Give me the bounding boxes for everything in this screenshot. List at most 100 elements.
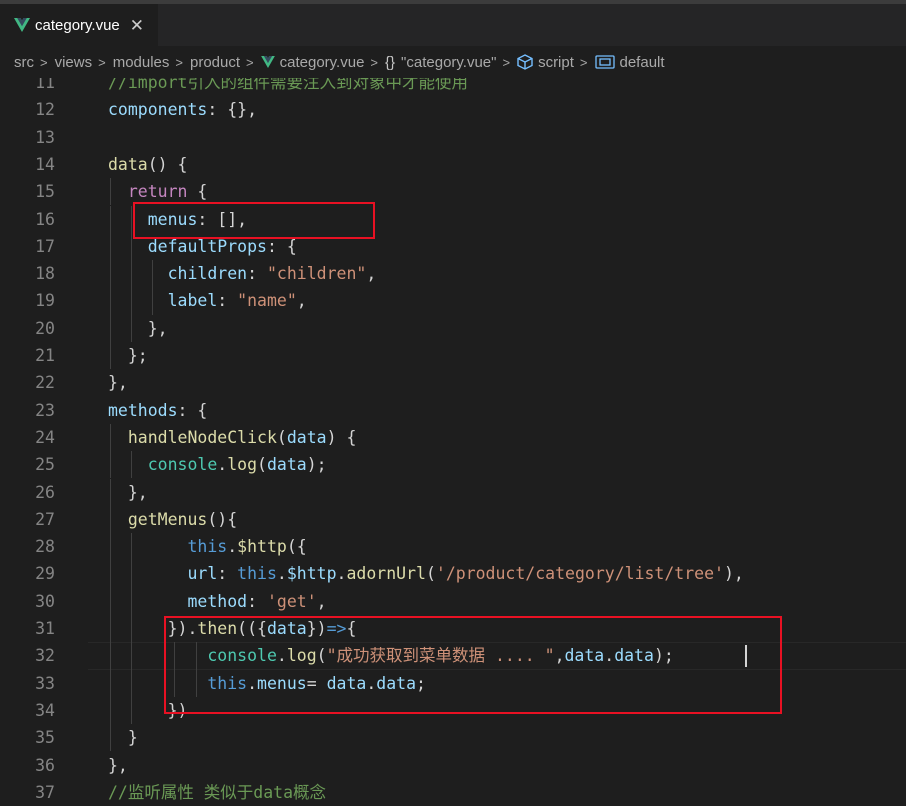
code-token: : bbox=[217, 291, 238, 311]
code-line[interactable]: 11 //import引入的组件需要注入到对象中才能使用 bbox=[0, 78, 906, 96]
code-token: . bbox=[336, 564, 347, 584]
code-line[interactable]: 20 }, bbox=[0, 314, 906, 342]
line-number: 20 bbox=[35, 318, 55, 338]
annotation-box-then-callback bbox=[164, 616, 782, 714]
vue-file-icon bbox=[260, 56, 275, 68]
chevron-right-icon: > bbox=[98, 54, 106, 70]
code-line[interactable]: 12 components: {}, bbox=[0, 96, 906, 123]
object-braces-icon: {} bbox=[385, 53, 396, 71]
line-number: 35 bbox=[35, 728, 55, 748]
code-token: methods bbox=[108, 400, 178, 420]
code-token: console bbox=[147, 455, 218, 475]
code-token: . bbox=[217, 455, 228, 475]
line-number: 14 bbox=[35, 154, 55, 174]
code-line[interactable]: 28 this.$http({ bbox=[0, 533, 906, 561]
code-line[interactable]: 29 url: this.$http.adornUrl('/product/ca… bbox=[0, 560, 906, 588]
breadcrumb-item-modules[interactable]: modules bbox=[113, 54, 170, 71]
code-token: this bbox=[237, 564, 277, 584]
code-text: //监听属性 类似于data概念 bbox=[108, 779, 326, 806]
code-token: 'get' bbox=[266, 591, 317, 611]
line-number: 13 bbox=[35, 127, 55, 147]
breadcrumb-item-file[interactable]: category.vue bbox=[280, 54, 365, 71]
code-text: }; bbox=[108, 342, 148, 369]
code-token: ) { bbox=[326, 427, 357, 447]
code-line[interactable]: 30 method: 'get', bbox=[0, 587, 906, 615]
breadcrumb-item-component[interactable]: "category.vue" bbox=[401, 54, 496, 71]
code-line[interactable]: 25 console.log(data); bbox=[0, 451, 906, 479]
code-line[interactable]: 23 methods: { bbox=[0, 397, 906, 424]
code-token: data bbox=[266, 455, 307, 475]
breadcrumb-item-default[interactable]: default bbox=[620, 54, 665, 71]
code-token: '/product/category/list/tree' bbox=[435, 564, 724, 584]
code-line[interactable]: 37 //监听属性 类似于data概念 bbox=[0, 779, 906, 806]
code-line[interactable]: 27 getMenus(){ bbox=[0, 505, 906, 534]
code-line[interactable]: 14 data() { bbox=[0, 151, 906, 178]
variable-icon bbox=[594, 55, 615, 69]
code-token: ({ bbox=[286, 537, 307, 557]
code-token: } bbox=[108, 728, 138, 748]
code-line[interactable]: 13 bbox=[0, 124, 906, 151]
line-number: 21 bbox=[35, 346, 55, 365]
code-text: console.log(data); bbox=[108, 451, 327, 478]
line-number: 33 bbox=[35, 673, 55, 693]
code-token: defaultProps bbox=[147, 236, 267, 256]
line-number: 32 bbox=[35, 646, 55, 666]
code-line[interactable]: 21 }; bbox=[0, 342, 906, 370]
code-token: children bbox=[167, 264, 248, 284]
chevron-right-icon: > bbox=[579, 54, 588, 70]
code-token: ( bbox=[276, 427, 287, 447]
code-token: { bbox=[187, 182, 208, 202]
line-number: 19 bbox=[35, 291, 55, 311]
chevron-right-icon: > bbox=[40, 54, 48, 70]
code-line[interactable]: 24 handleNodeClick(data) { bbox=[0, 423, 906, 452]
vue-file-icon bbox=[14, 18, 30, 32]
cube-icon bbox=[517, 54, 533, 70]
breadcrumb-item-views[interactable]: views bbox=[55, 54, 93, 71]
line-number: 12 bbox=[35, 100, 55, 120]
close-icon[interactable]: ✕ bbox=[130, 17, 144, 34]
code-token: () { bbox=[147, 154, 188, 174]
code-token: //import引入的组件需要注入到对象中才能使用 bbox=[108, 78, 468, 92]
code-text: children: "children", bbox=[108, 260, 377, 287]
code-token: }, bbox=[108, 755, 128, 775]
code-line[interactable]: 18 children: "children", bbox=[0, 260, 906, 288]
code-token: , bbox=[296, 291, 307, 311]
code-editor[interactable]: 11 //import引入的组件需要注入到对象中才能使用 12 components:… bbox=[0, 78, 906, 806]
code-text: }, bbox=[108, 479, 148, 506]
code-text: label: "name", bbox=[108, 287, 307, 314]
breadcrumb: src > views > modules > product > catego… bbox=[0, 46, 906, 78]
code-token: . bbox=[227, 537, 238, 557]
breadcrumb-item-src[interactable]: src bbox=[14, 54, 34, 71]
code-token: data bbox=[108, 154, 148, 174]
code-text: data() { bbox=[108, 151, 188, 178]
chevron-right-icon: > bbox=[175, 54, 183, 70]
line-number: 18 bbox=[35, 264, 55, 284]
code-token: data bbox=[286, 427, 327, 447]
code-text: method: 'get', bbox=[108, 588, 326, 615]
code-line[interactable]: 36}, bbox=[0, 752, 906, 779]
code-token: method bbox=[187, 591, 248, 611]
code-text: this.$http({ bbox=[108, 533, 307, 560]
line-number: 23 bbox=[35, 400, 55, 420]
code-line[interactable]: 35 } bbox=[0, 724, 906, 752]
code-line[interactable]: 19 label: "name", bbox=[0, 287, 906, 315]
code-token: //监听属性 类似于data概念 bbox=[108, 782, 327, 802]
code-line[interactable]: 22}, bbox=[0, 369, 906, 396]
breadcrumb-item-product[interactable]: product bbox=[190, 54, 240, 71]
code-token: : {}, bbox=[207, 100, 258, 120]
chevron-right-icon: > bbox=[370, 54, 379, 70]
code-token: }, bbox=[108, 318, 168, 338]
breadcrumb-item-script[interactable]: script bbox=[538, 54, 574, 71]
text-caret bbox=[745, 645, 747, 668]
line-number: 17 bbox=[35, 236, 55, 256]
code-text: components: {}, bbox=[108, 96, 257, 123]
code-line[interactable]: 26 }, bbox=[0, 478, 906, 506]
line-number: 11 bbox=[35, 78, 55, 92]
tab-category-vue[interactable]: category.vue ✕ bbox=[0, 4, 158, 46]
